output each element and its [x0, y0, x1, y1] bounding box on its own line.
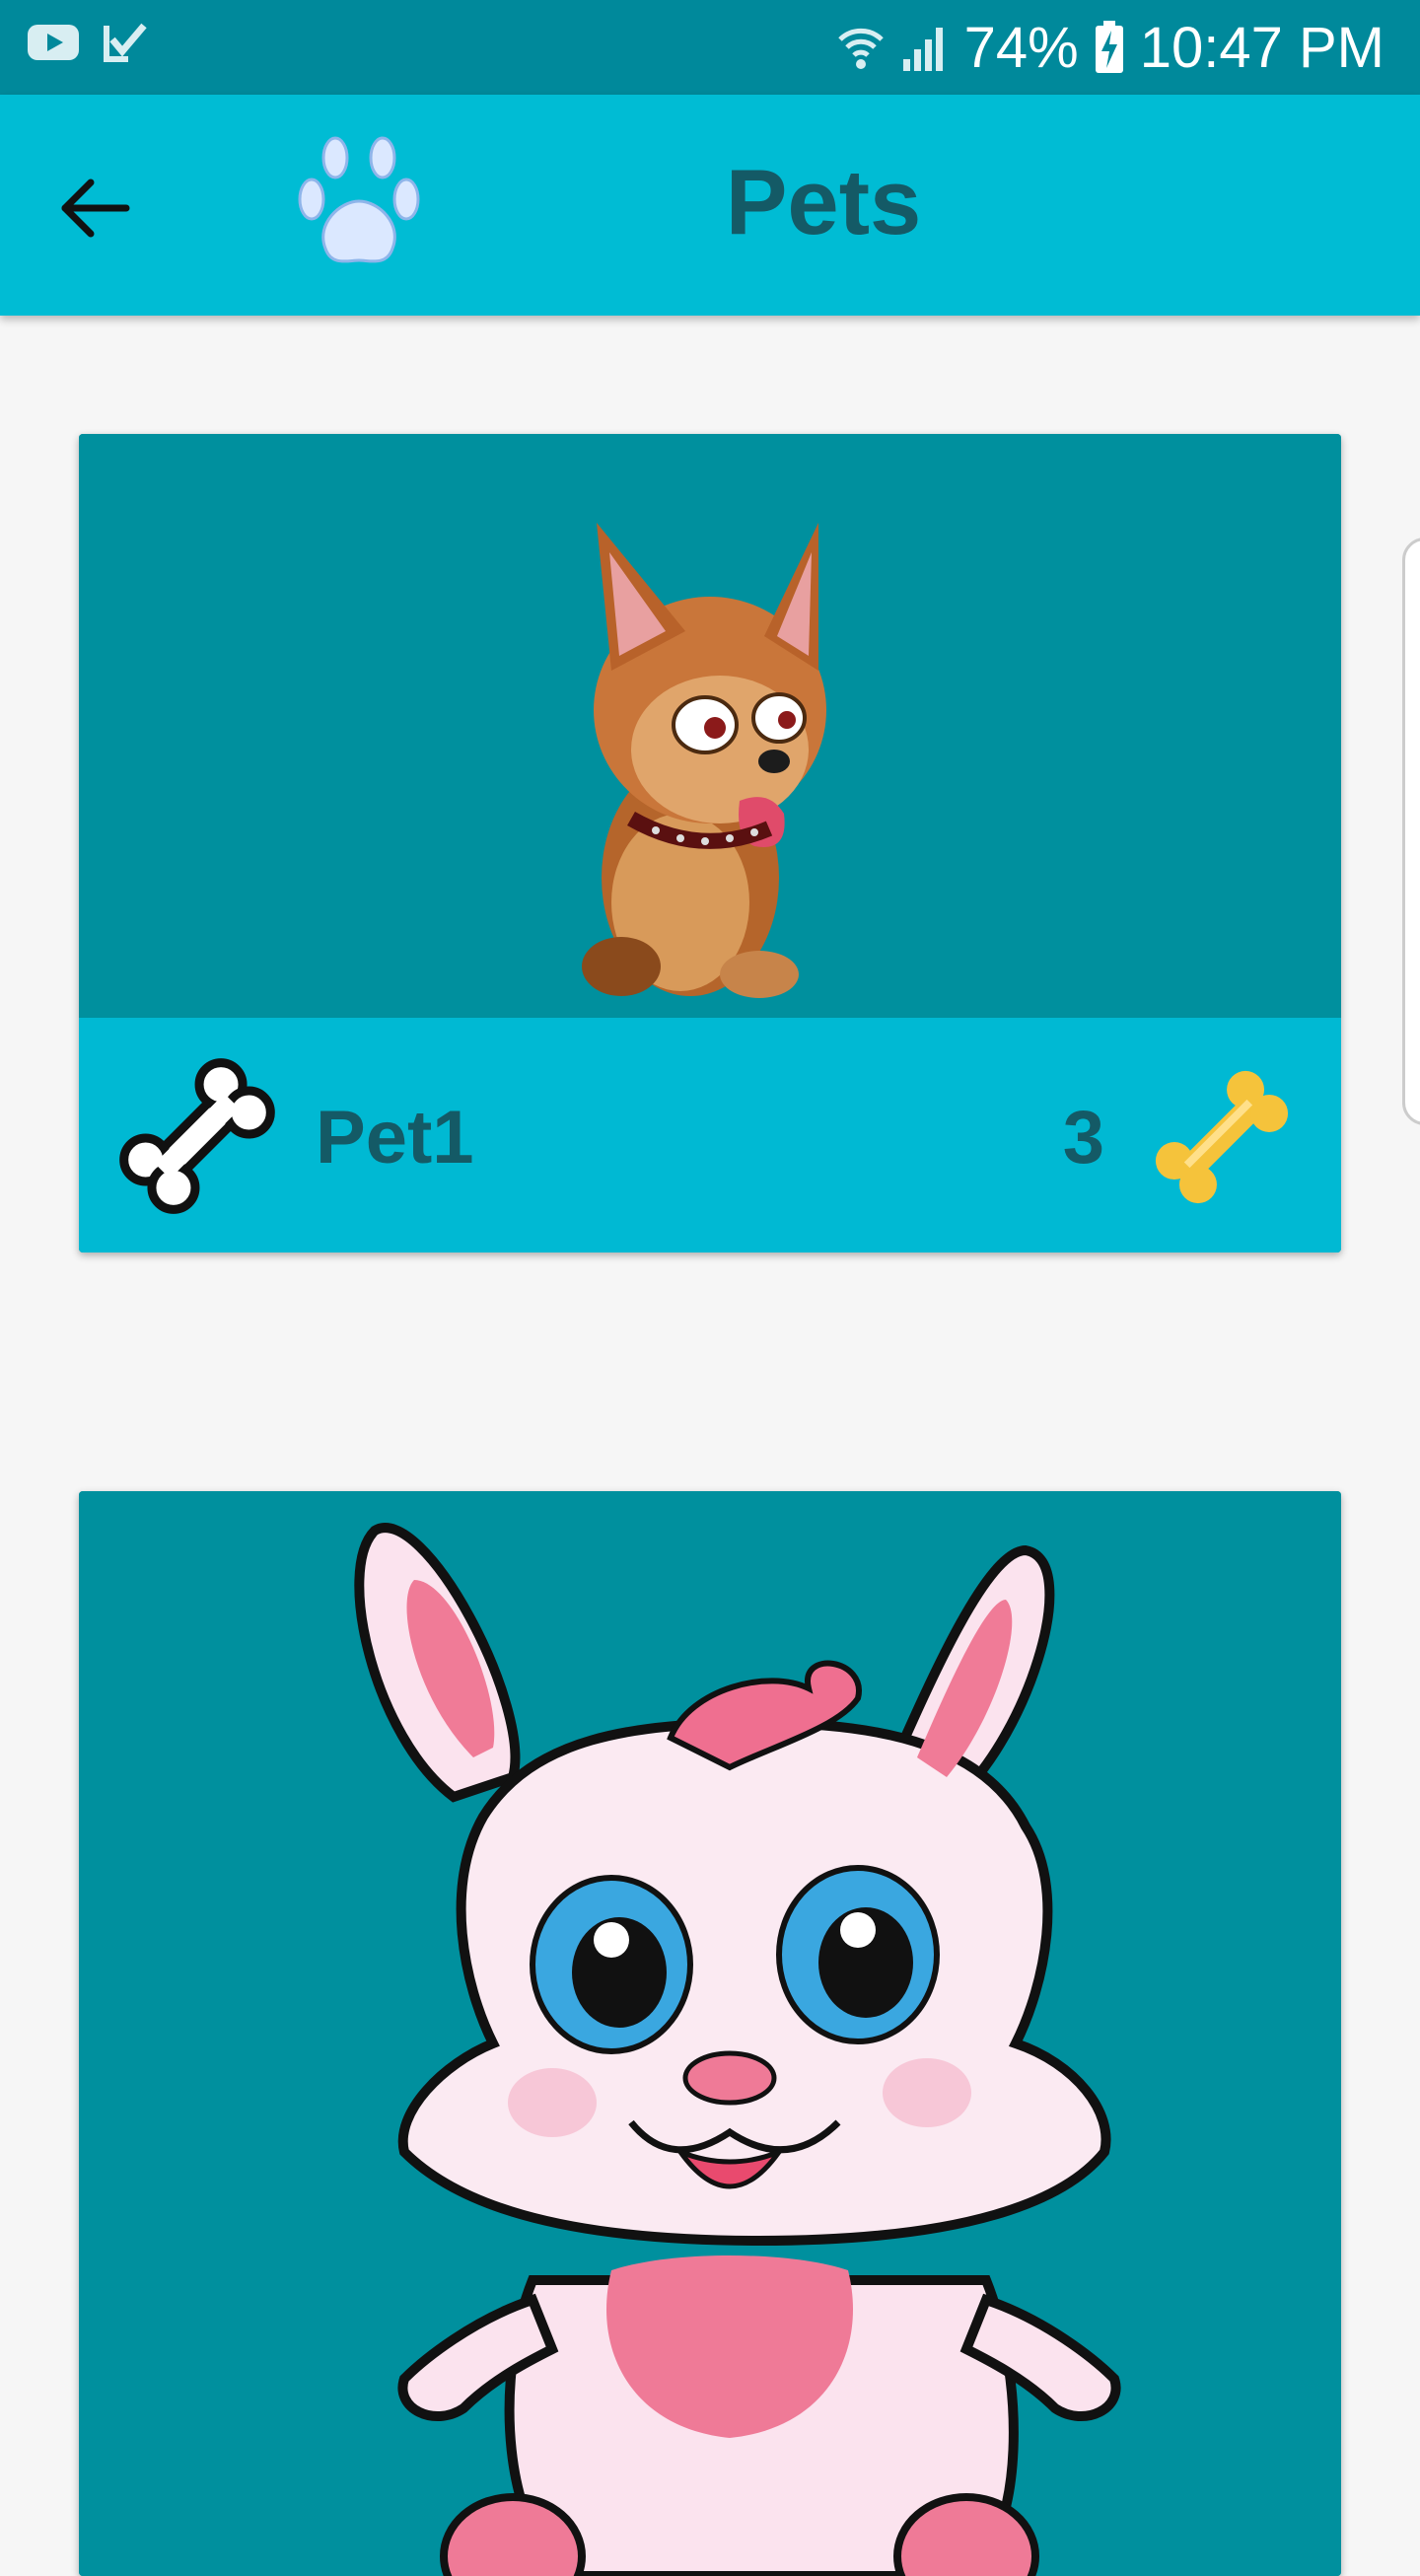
status-right-icons: 74% 10:47 PM: [836, 12, 1384, 83]
arrow-back-icon: [61, 179, 130, 238]
wifi-icon: [837, 28, 884, 69]
pet-card[interactable]: [79, 1491, 1341, 2576]
back-button[interactable]: [51, 164, 140, 252]
app-bar: Pets: [0, 95, 1420, 316]
pet-name: Pet1: [316, 1096, 474, 1180]
gold-bone-icon[interactable]: [1138, 1053, 1306, 1221]
bone-icon: [119, 1058, 275, 1214]
dog-illustration: [582, 523, 826, 998]
bunny-illustration: [354, 1523, 1121, 2576]
next-card-peek[interactable]: [1402, 537, 1420, 1125]
pet-card-footer: Pet1 3: [79, 1018, 1341, 1252]
bone-count: 3: [1062, 1096, 1104, 1180]
youtube-icon: [28, 25, 79, 60]
signal-icon: [902, 28, 943, 71]
pet-image-area: [79, 1491, 1341, 2576]
paw-icon: [298, 136, 420, 263]
check-icon: [104, 23, 147, 62]
pet-image-area: [79, 434, 1341, 1018]
clock-time: 10:47 PM: [1139, 15, 1384, 80]
battery-charging-icon: [1095, 21, 1123, 73]
status-left-icons: [26, 20, 148, 65]
status-bar: 74% 10:47 PM: [0, 0, 1420, 95]
battery-percent: 74%: [963, 15, 1079, 80]
page-title: Pets: [725, 150, 922, 253]
pet-card[interactable]: Pet1 3: [79, 434, 1341, 1252]
